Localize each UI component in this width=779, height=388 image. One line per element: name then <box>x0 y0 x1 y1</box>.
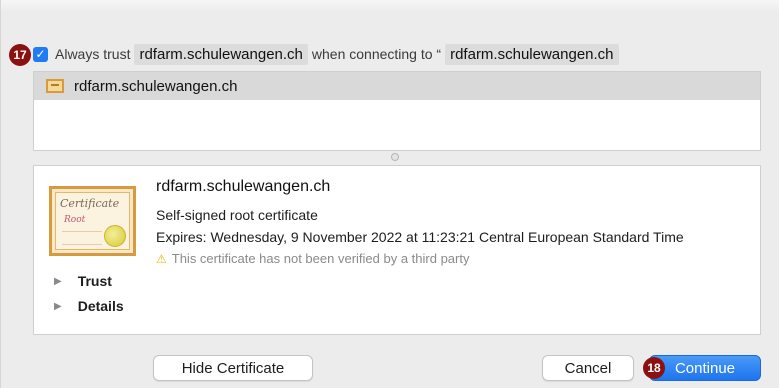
certificate-detail-panel: Certificate Root rdfarm.schulewangen.ch … <box>33 165 761 335</box>
certificate-list: rdfarm.schulewangen.ch <box>33 71 761 151</box>
certificate-icon <box>46 79 64 93</box>
split-view-handle[interactable] <box>391 153 399 161</box>
certificate-name: rdfarm.schulewangen.ch <box>156 178 331 195</box>
always-trust-checkbox[interactable]: ✓ <box>33 46 48 62</box>
certificate-list-item[interactable]: rdfarm.schulewangen.ch <box>34 72 760 100</box>
trust-host-chip: rdfarm.schulewangen.ch <box>134 43 308 65</box>
certificate-image-title: Certificate <box>60 197 120 210</box>
continue-button[interactable]: Continue <box>649 355 761 381</box>
dialog-top-edge <box>1 0 779 12</box>
when-connecting-label: when connecting to “ <box>311 46 442 62</box>
certificate-seal-icon <box>104 225 126 247</box>
certificate-image-lines <box>62 231 102 245</box>
details-disclosure[interactable]: ▶ Details <box>54 298 124 314</box>
disclosure-triangle-icon: ▶ <box>54 275 62 287</box>
details-disclosure-label: Details <box>77 298 124 314</box>
certificate-large-icon: Certificate Root <box>49 186 136 256</box>
certificate-kind: Self-signed root certificate <box>156 207 318 223</box>
step-badge-18: 18 <box>643 357 665 379</box>
step-badge-17: 17 <box>9 44 31 66</box>
certificate-warning-text: This certificate has not been verified b… <box>171 251 470 266</box>
trust-host-chip-repeat: rdfarm.schulewangen.ch <box>445 43 619 65</box>
certificate-warning: ⚠ This certificate has not been verified… <box>156 251 469 266</box>
warning-icon: ⚠ <box>156 251 167 266</box>
always-trust-label: Always trust <box>55 46 131 62</box>
always-trust-row: ✓ Always trust rdfarm.schulewangen.ch wh… <box>33 42 623 66</box>
certificate-image-subtitle: Root <box>64 215 86 225</box>
trust-disclosure[interactable]: ▶ Trust <box>54 273 112 289</box>
certificate-trust-dialog: 17 ✓ Always trust rdfarm.schulewangen.ch… <box>0 0 779 388</box>
trust-disclosure-label: Trust <box>77 273 112 289</box>
disclosure-triangle-icon: ▶ <box>54 300 62 312</box>
cancel-button[interactable]: Cancel <box>542 355 634 381</box>
certificate-list-item-label: rdfarm.schulewangen.ch <box>74 77 238 95</box>
certificate-expiry: Expires: Wednesday, 9 November 2022 at 1… <box>156 229 684 245</box>
hide-certificate-button[interactable]: Hide Certificate <box>153 355 313 381</box>
